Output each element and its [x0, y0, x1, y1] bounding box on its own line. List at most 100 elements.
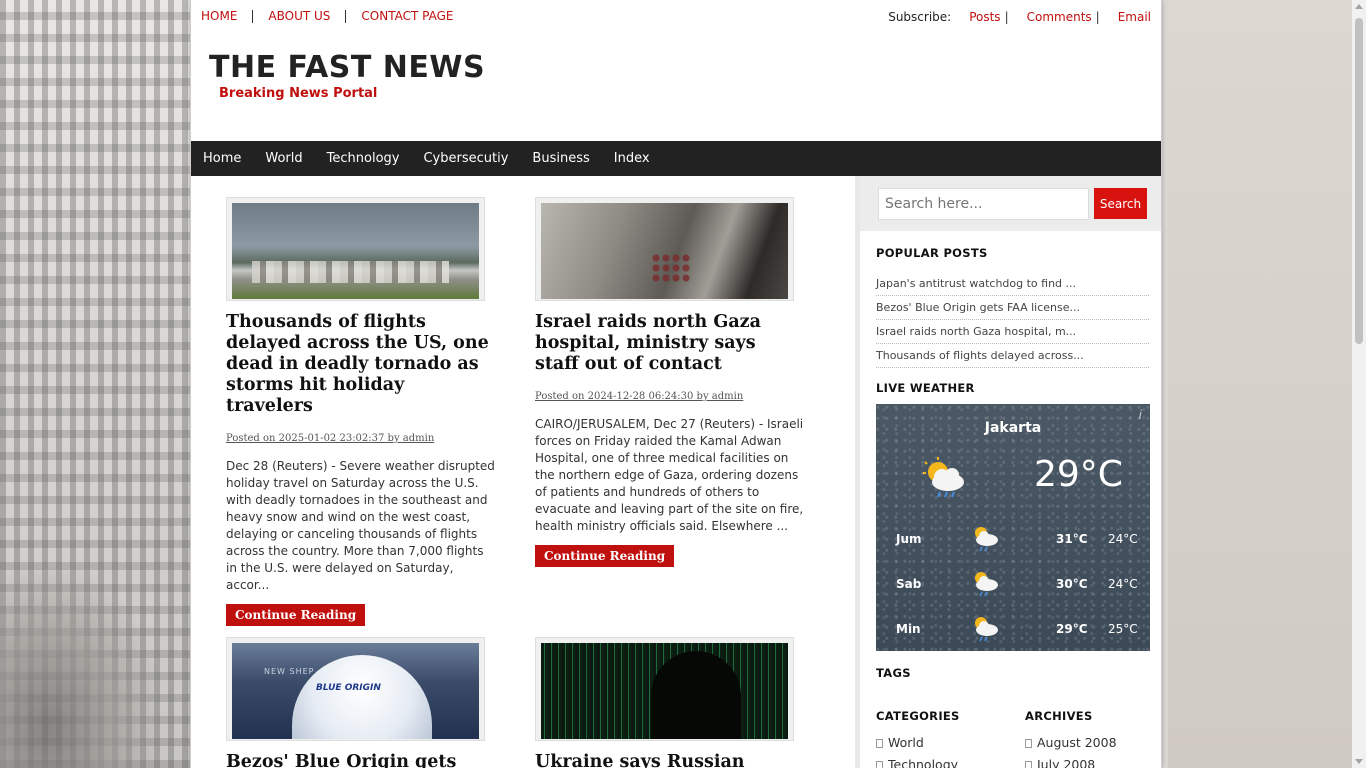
category-label[interactable]: World [888, 735, 924, 750]
top-link-about[interactable]: ABOUT US [252, 10, 345, 23]
forecast-day: Jum [896, 532, 922, 546]
background-collage-left [0, 0, 190, 768]
top-links: HOME ABOUT US CONTACT PAGE [201, 10, 469, 23]
sun-cloud-rain-icon [975, 527, 998, 552]
category-label[interactable]: Technology [888, 757, 958, 768]
subscribe-label: Subscribe: [888, 10, 952, 24]
tornado-image[interactable] [232, 203, 479, 299]
sun-cloud-rain-icon [975, 617, 998, 642]
popular-post-link[interactable]: Bezos' Blue Origin gets FAA license... [876, 296, 1149, 320]
post-meta[interactable]: Posted on 2024-12-28 06:24:30 by admin [535, 391, 805, 402]
page-icon [876, 739, 883, 748]
nav-technology[interactable]: Technology [315, 141, 412, 176]
forecast-day: Min [896, 622, 921, 636]
top-link-home[interactable]: HOME [201, 10, 252, 23]
background-right [1168, 0, 1352, 768]
post-thumbnail[interactable] [535, 637, 794, 741]
categories-list: World Technology [876, 734, 958, 768]
current-temperature: 29°C [1034, 454, 1123, 495]
image-text: BLUE ORIGIN [316, 683, 381, 693]
page-scrollbar[interactable] [1352, 0, 1366, 768]
subscribe-email-link[interactable]: Email [1118, 10, 1151, 24]
post-meta[interactable]: Posted on 2025-01-02 23:02:37 by admin [226, 433, 496, 444]
archives-list: August 2008 July 2008 [1025, 734, 1117, 768]
top-link-contact[interactable]: CONTACT PAGE [345, 10, 468, 23]
continue-reading-button[interactable]: Continue Reading [535, 545, 675, 567]
scroll-down-icon[interactable] [1355, 759, 1363, 764]
post-thumbnail[interactable] [226, 197, 485, 301]
info-icon[interactable]: i [1139, 408, 1142, 422]
nav-business[interactable]: Business [520, 141, 601, 176]
popular-post-link[interactable]: Thousands of flights delayed across... [876, 344, 1149, 368]
archive-label[interactable]: August 2008 [1037, 735, 1117, 750]
forecast-high: 31°C [1056, 532, 1088, 546]
forecast-row: Min 29°C 25°C [876, 614, 1150, 644]
post-title[interactable]: Thousands of flights delayed across the … [226, 312, 496, 417]
nav-cybersecurity[interactable]: Cybersecutiy [411, 141, 520, 176]
sun-cloud-rain-icon [923, 457, 964, 498]
sidebar: Search POPULAR POSTS Japan's antitrust w… [855, 176, 1161, 768]
weather-widget[interactable]: Jakarta i 29°C Jum 31°C 24°C Sab 30°C 24… [876, 404, 1150, 651]
forecast-low: 24°C [1108, 532, 1138, 546]
nav-world[interactable]: World [253, 141, 314, 176]
post-title[interactable]: Israel raids north Gaza hospital, minist… [535, 312, 805, 375]
subscribe-bar: Subscribe: Posts | Comments | Email [888, 10, 1151, 24]
subscribe-posts-link[interactable]: Posts [969, 10, 1000, 24]
forecast-high: 30°C [1056, 577, 1088, 591]
post-title[interactable]: Bezos' Blue Origin gets FAA [226, 752, 496, 768]
search-widget: Search [860, 176, 1161, 231]
image-text: NEW SHEP [264, 667, 315, 676]
weather-city: Jakarta [984, 420, 1042, 436]
archives-title: ARCHIVES [1025, 709, 1093, 723]
sun-cloud-rain-icon [975, 572, 998, 597]
popular-posts-list: Japan's antitrust watchdog to find ... B… [876, 272, 1149, 368]
live-weather-title: LIVE WEATHER [876, 381, 975, 395]
scroll-up-icon[interactable] [1355, 4, 1363, 9]
post-excerpt: CAIRO/JERUSALEM, Dec 27 (Reuters) - Isra… [535, 417, 804, 533]
hacker-image[interactable] [541, 643, 788, 739]
separator: | [1095, 10, 1100, 24]
nav-index[interactable]: Index [602, 141, 662, 176]
subscribe-comments-link[interactable]: Comments [1027, 10, 1092, 24]
popular-posts-title: POPULAR POSTS [876, 246, 988, 260]
page-icon [1025, 739, 1032, 748]
page-container: HOME ABOUT US CONTACT PAGE Subscribe: Po… [190, 0, 1162, 768]
page-icon [1025, 761, 1032, 768]
forecast-row: Jum 31°C 24°C [876, 524, 1150, 554]
tags-title: TAGS [876, 666, 911, 680]
forecast-high: 29°C [1056, 622, 1088, 636]
page-icon [876, 761, 883, 768]
top-bar: HOME ABOUT US CONTACT PAGE Subscribe: Po… [191, 0, 1161, 34]
forecast-low: 25°C [1108, 622, 1138, 636]
post-thumbnail[interactable] [535, 197, 794, 301]
archive-item[interactable]: August 2008 [1025, 734, 1117, 756]
post-card: NEW SHEP BLUE ORIGIN Bezos' Blue Origin … [226, 637, 496, 768]
post-thumbnail[interactable]: NEW SHEP BLUE ORIGIN [226, 637, 485, 741]
popular-post-link[interactable]: Israel raids north Gaza hospital, m... [876, 320, 1149, 344]
forecast-row: Sab 30°C 24°C [876, 569, 1150, 599]
site-title[interactable]: THE FAST NEWS [209, 50, 485, 85]
popular-post-link[interactable]: Japan's antitrust watchdog to find ... [876, 272, 1149, 296]
categories-title: CATEGORIES [876, 709, 960, 723]
search-input[interactable] [878, 188, 1089, 220]
scrollbar-thumb[interactable] [1355, 18, 1363, 344]
site-tagline: Breaking News Portal [219, 86, 378, 101]
forecast-low: 24°C [1108, 577, 1138, 591]
nav-home[interactable]: Home [191, 141, 253, 176]
archive-label[interactable]: July 2008 [1037, 757, 1095, 768]
gaza-image[interactable] [541, 203, 788, 299]
posts-area: Thousands of flights delayed across the … [191, 176, 855, 768]
blue-origin-image[interactable]: NEW SHEP BLUE ORIGIN [232, 643, 479, 739]
post-title[interactable]: Ukraine says Russian [535, 752, 805, 768]
archive-item[interactable]: July 2008 [1025, 756, 1117, 768]
post-card: Israel raids north Gaza hospital, minist… [535, 197, 805, 567]
category-item[interactable]: Technology [876, 756, 958, 768]
main-nav: Home World Technology Cybersecutiy Busin… [191, 141, 1161, 176]
category-item[interactable]: World [876, 734, 958, 756]
forecast-day: Sab [896, 577, 922, 591]
post-card: Thousands of flights delayed across the … [226, 197, 496, 626]
post-excerpt: Dec 28 (Reuters) - Severe weather disrup… [226, 459, 495, 592]
continue-reading-button[interactable]: Continue Reading [226, 604, 366, 626]
separator: | [1004, 10, 1009, 24]
search-button[interactable]: Search [1094, 188, 1147, 219]
